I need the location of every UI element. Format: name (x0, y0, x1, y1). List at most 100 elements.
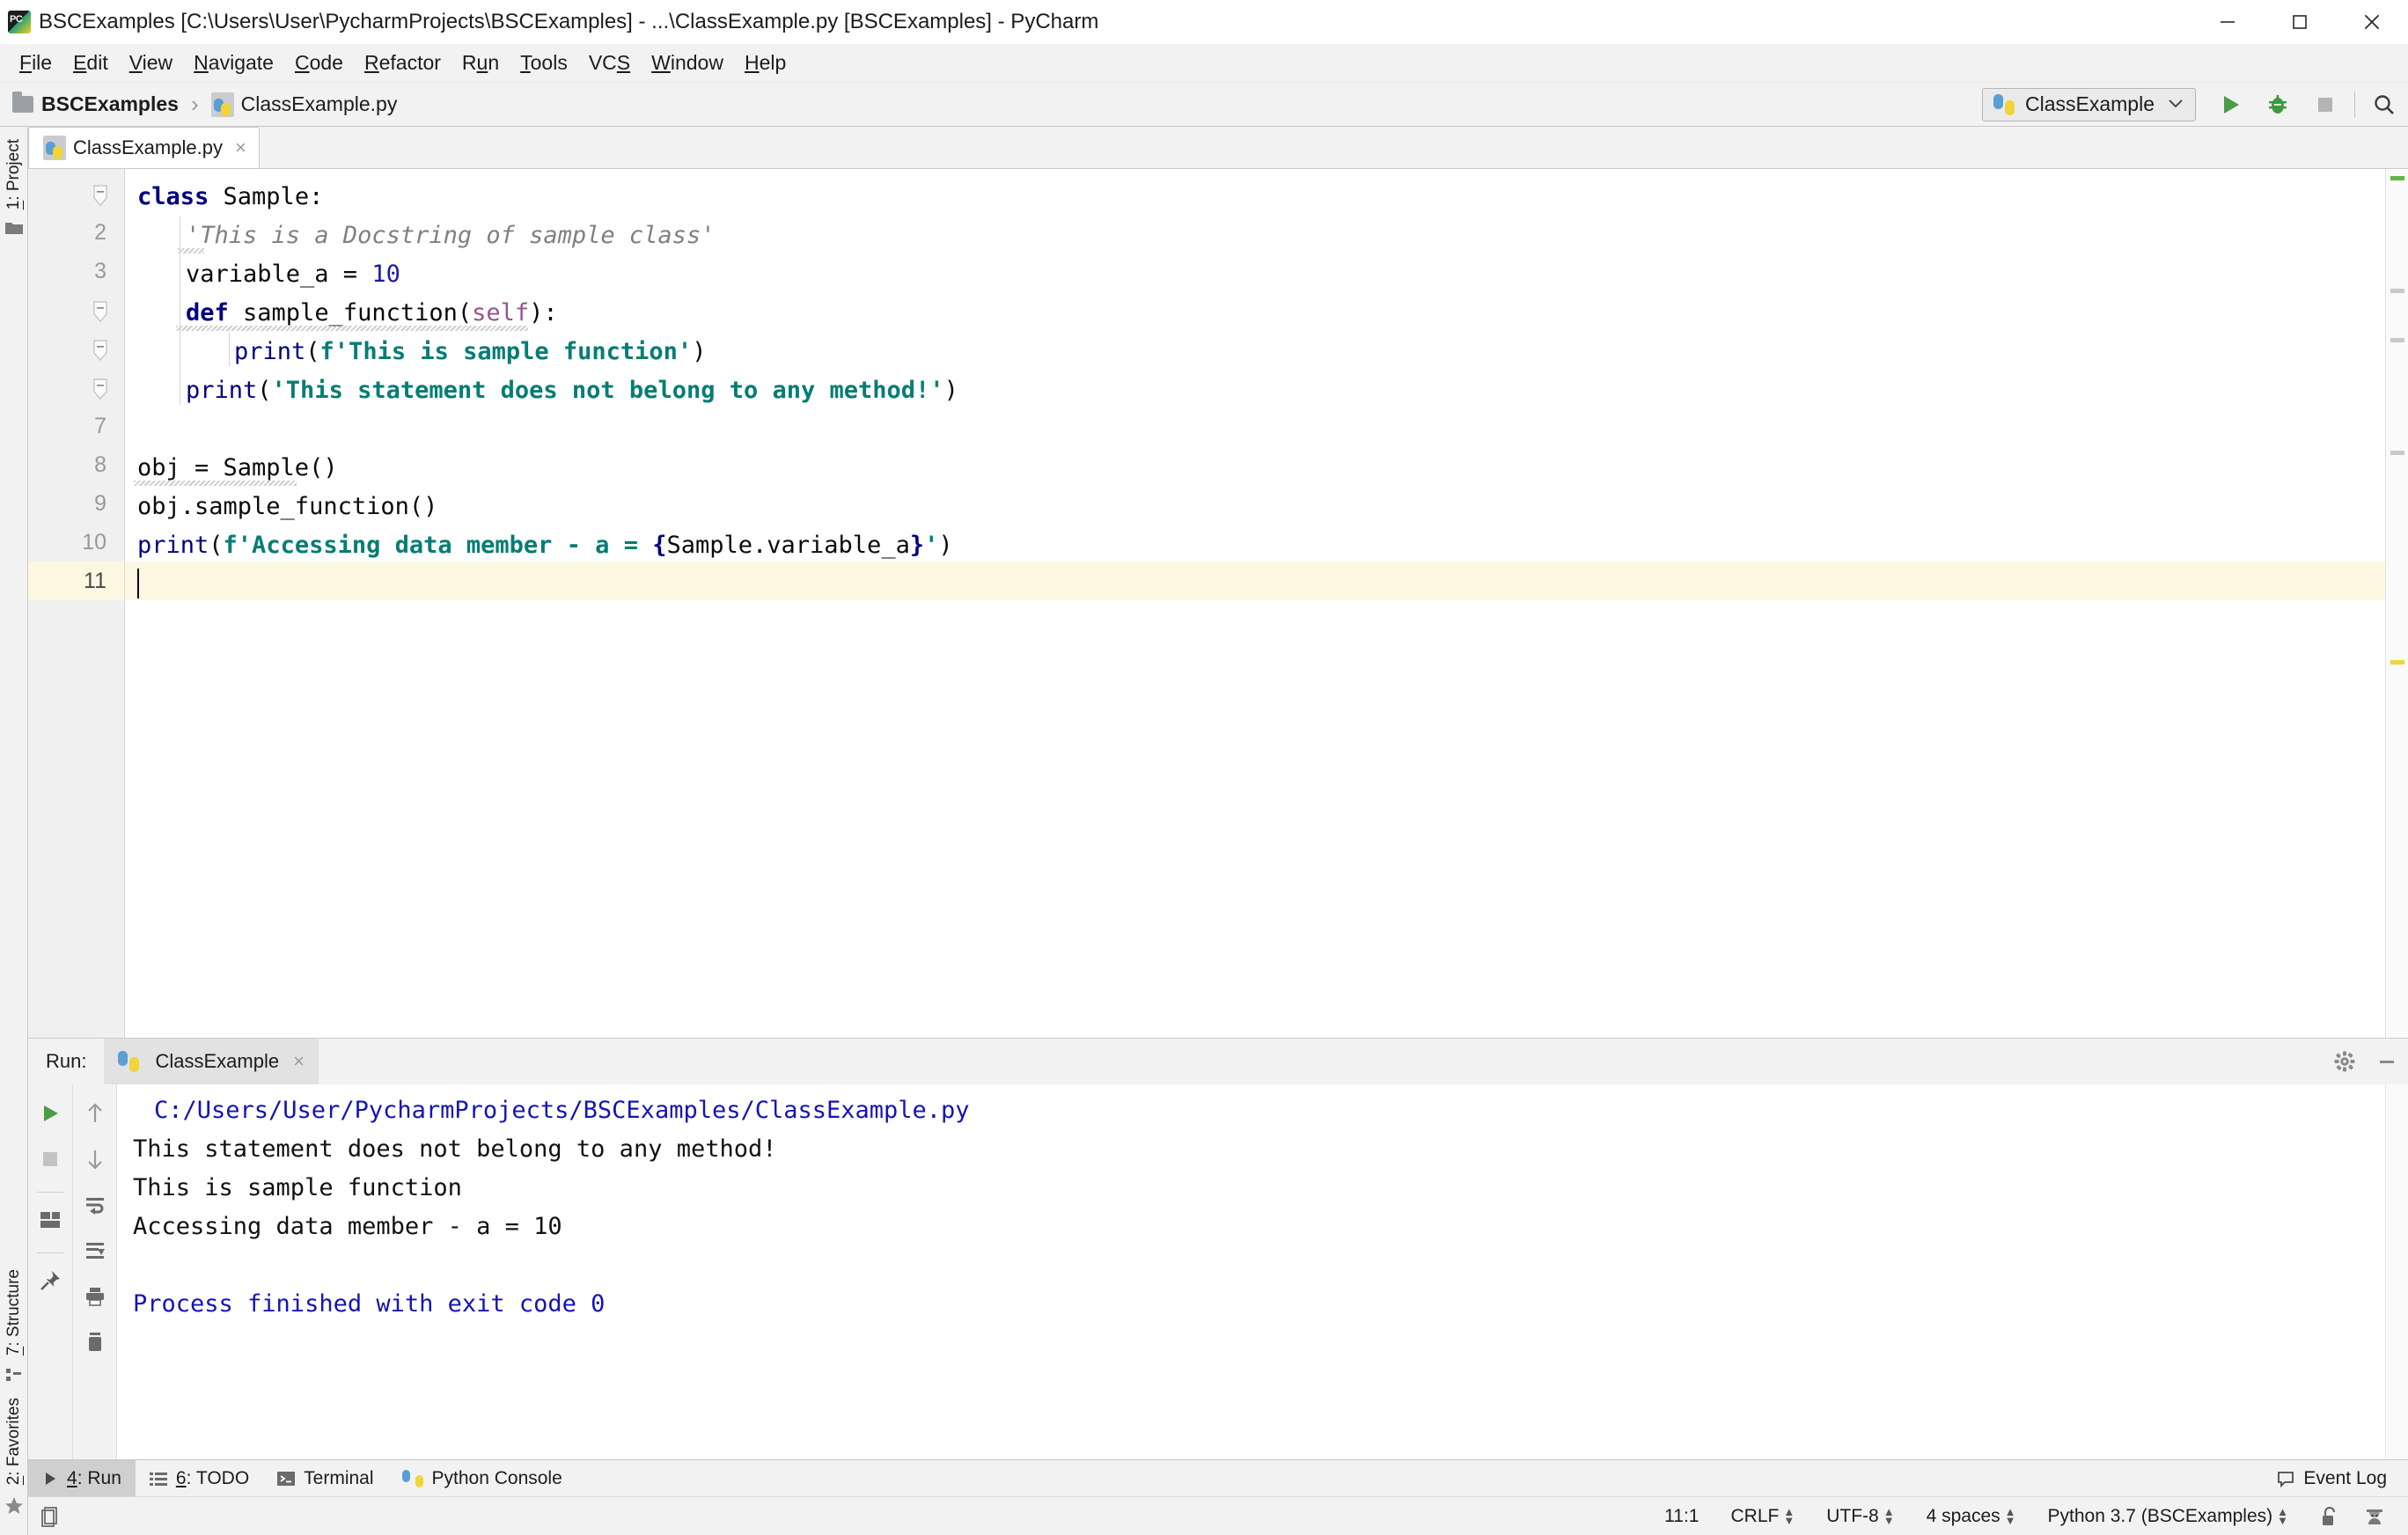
line-number: 8 (94, 452, 106, 477)
menu-tools[interactable]: Tools (510, 48, 578, 78)
breadcrumb-file[interactable]: ClassExample.py (210, 92, 397, 117)
fold-collapse-icon[interactable] (92, 300, 109, 323)
code-token: print (234, 338, 306, 365)
menu-navigate[interactable]: Navigate (183, 48, 284, 78)
caret-position[interactable]: 11:1 (1664, 1506, 1699, 1527)
code-line[interactable]: print('This statement does not belong to… (137, 371, 958, 410)
print-button[interactable] (75, 1276, 115, 1317)
folder-icon (12, 92, 33, 113)
fold-collapse-icon[interactable] (92, 184, 109, 207)
sidebar-item-structure[interactable]: 7: Structure (4, 1264, 24, 1361)
fold-collapse-icon[interactable] (92, 339, 109, 362)
breadcrumb-project[interactable]: BSCExamples (12, 92, 179, 116)
bottom-tab-run[interactable]: 4: Run (28, 1459, 136, 1497)
menu-run[interactable]: Run (452, 48, 510, 78)
code-line[interactable]: variable_a = 10 (137, 255, 400, 294)
window-title: BSCExamples [C:\Users\User\PycharmProjec… (39, 10, 1099, 33)
code-token: ) (692, 338, 707, 365)
code-token: 'This statement does not belong to any m… (271, 377, 944, 404)
clear-all-button[interactable] (75, 1322, 115, 1362)
python-icon (1993, 93, 2015, 115)
sidebar-item-favorites[interactable]: 2: Favorites (4, 1392, 24, 1490)
sidebar-item-project[interactable]: 1: Project (4, 134, 24, 215)
pin-button[interactable] (30, 1260, 70, 1301)
code-token: f'Accessing data member - a = (223, 532, 653, 559)
main-area: 1: Project 7: Structure 2: Favorites Cla… (0, 127, 2408, 1535)
rerun-button[interactable] (30, 1093, 70, 1134)
fold-collapse-icon[interactable] (92, 378, 109, 400)
minimize-button[interactable] (2191, 0, 2264, 44)
bottom-tool-bar: 4: Run 6: TODO Terminal Python Console E… (28, 1459, 2408, 1497)
editor-pane: ClassExample.py × 1234567891011 class Sa… (28, 127, 2408, 1038)
scroll-down-button[interactable] (75, 1139, 115, 1179)
python-icon (118, 1051, 140, 1072)
editor-tab-classexample[interactable]: ClassExample.py × (28, 127, 260, 168)
line-separator[interactable]: CRLF ▲ ▼ (1730, 1506, 1795, 1527)
console-link[interactable]: C:/Users/User/PycharmProjects/BSCExample… (133, 1097, 970, 1124)
editor-scrollbar[interactable] (2385, 169, 2408, 1038)
code-token: obj.sample_function() (137, 493, 438, 520)
editor-tab-strip: ClassExample.py × (28, 127, 2408, 169)
console-output[interactable]: C:/Users/User/PycharmProjects/BSCExample… (116, 1084, 2408, 1459)
search-everywhere-button[interactable] (2360, 83, 2408, 127)
scroll-up-button[interactable] (75, 1093, 115, 1134)
minimize-icon[interactable] (2366, 1039, 2408, 1084)
editor-gutter[interactable]: 1234567891011 (28, 169, 125, 1038)
soft-wrap-button[interactable] (75, 1185, 115, 1225)
run-configuration-label: ClassExample (2025, 92, 2155, 115)
run-configuration-selector[interactable]: ClassExample (1982, 87, 2196, 121)
menu-window[interactable]: Window (641, 48, 734, 78)
unlocked-icon[interactable] (2320, 1505, 2339, 1528)
stepper-icon: ▲ ▼ (2277, 1504, 2288, 1527)
bottom-tab-terminal[interactable]: Terminal (263, 1460, 387, 1497)
menu-view[interactable]: View (119, 48, 183, 78)
scroll-to-end-button[interactable] (75, 1230, 115, 1271)
stop-button[interactable] (2302, 83, 2349, 127)
code-area[interactable]: class Sample: 'This is a Docstring of sam… (125, 169, 2408, 1038)
indent-setting[interactable]: 4 spaces ▲ ▼ (1927, 1506, 2016, 1527)
event-log-button[interactable]: Event Log (2277, 1468, 2408, 1489)
toolbar-divider (2354, 91, 2355, 118)
scrollbar-marker (2390, 660, 2404, 665)
menu-code[interactable]: Code (284, 48, 354, 78)
breadcrumb-project-label: BSCExamples (41, 92, 179, 115)
editor-body[interactable]: 1234567891011 class Sample:'This is a Do… (28, 169, 2408, 1038)
layout-button[interactable] (30, 1200, 70, 1240)
menu-help[interactable]: Help (734, 48, 797, 78)
inspector-icon[interactable] (2364, 1505, 2385, 1528)
close-button[interactable] (2336, 0, 2408, 44)
file-encoding[interactable]: UTF-8 ▲ ▼ (1826, 1506, 1894, 1527)
bottom-tab-todo[interactable]: 6: TODO (136, 1460, 263, 1497)
menu-edit[interactable]: Edit (62, 48, 119, 78)
run-tab-classexample[interactable]: ClassExample × (104, 1039, 319, 1084)
left-tool-rail: 1: Project 7: Structure 2: Favorites (0, 127, 28, 1535)
code-line[interactable]: class Sample: (137, 178, 323, 217)
code-line[interactable]: 'This is a Docstring of sample class' (137, 217, 715, 255)
menu-vcs[interactable]: VCS (578, 48, 641, 78)
console-scrollbar[interactable] (2385, 1084, 2408, 1459)
run-button[interactable] (2206, 83, 2254, 127)
menu-file[interactable]: File (9, 48, 62, 78)
run-tab-label: ClassExample (155, 1050, 280, 1072)
run-toolbar-right (72, 1084, 116, 1459)
close-icon[interactable]: × (235, 136, 246, 159)
line-number: 9 (94, 491, 106, 516)
maximize-button[interactable] (2264, 0, 2336, 44)
python-interpreter[interactable]: Python 3.7 (BSCExamples) ▲ ▼ (2048, 1506, 2288, 1527)
close-icon[interactable]: × (293, 1050, 305, 1073)
code-line[interactable]: obj.sample_function() (137, 488, 437, 526)
code-line[interactable]: print(f'This is sample function') (137, 333, 706, 371)
code-line[interactable]: print(f'Accessing data member - a = {Sam… (137, 526, 953, 565)
bottom-tab-python-console[interactable]: Python Console (388, 1460, 576, 1497)
code-token: sample_function( (228, 299, 473, 327)
stop-button[interactable] (30, 1139, 70, 1179)
text-caret (137, 569, 139, 599)
run-toolbar (28, 1084, 116, 1459)
python-icon (401, 1469, 423, 1487)
code-token: } (909, 532, 925, 559)
gear-icon[interactable] (2324, 1039, 2366, 1084)
code-token: 'This is a Docstring of sample class' (186, 222, 716, 249)
debug-button[interactable] (2254, 83, 2302, 127)
menu-refactor[interactable]: Refactor (354, 48, 452, 78)
toggle-sidebar-icon[interactable] (40, 1505, 62, 1528)
